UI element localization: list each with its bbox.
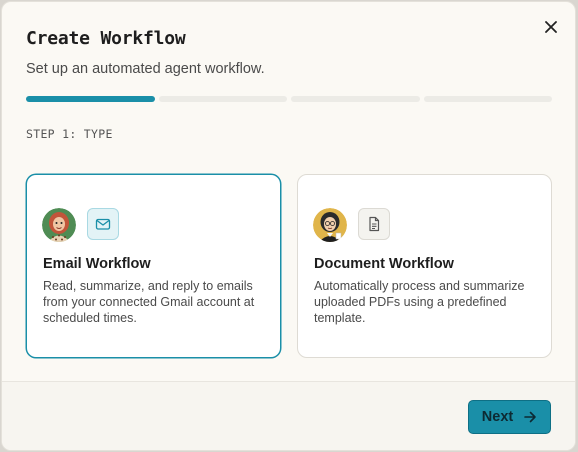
mail-icon — [87, 208, 119, 240]
progress-segment-1 — [26, 96, 155, 102]
step-progress — [26, 96, 552, 102]
progress-segment-2 — [158, 96, 287, 102]
card-description: Automatically process and summarize uplo… — [314, 279, 525, 325]
card-title: Email Workflow — [43, 256, 151, 272]
dialog-subtitle: Set up an automated agent workflow. — [26, 61, 265, 77]
avatar — [313, 208, 347, 242]
arrow-right-icon — [524, 411, 537, 423]
progress-segment-4 — [423, 96, 552, 102]
dialog-footer: Next — [2, 381, 575, 450]
document-icon — [358, 208, 390, 240]
create-workflow-dialog: Create Workflow Set up an automated agen… — [1, 1, 576, 451]
progress-segment-3 — [291, 96, 420, 102]
dialog-title: Create Workflow — [26, 28, 186, 49]
step-label: STEP 1: TYPE — [26, 127, 113, 141]
card-description: Read, summarize, and reply to emails fro… — [43, 279, 255, 325]
email-workflow-card[interactable]: Email Workflow Read, summarize, and repl… — [26, 174, 281, 358]
next-button-label: Next — [481, 409, 514, 425]
document-workflow-card[interactable]: Document Workflow Automatically process … — [297, 174, 552, 358]
next-button[interactable]: Next — [468, 400, 551, 434]
avatar — [42, 208, 76, 242]
close-icon — [545, 21, 557, 33]
card-title: Document Workflow — [314, 256, 454, 272]
close-button[interactable] — [541, 17, 561, 37]
